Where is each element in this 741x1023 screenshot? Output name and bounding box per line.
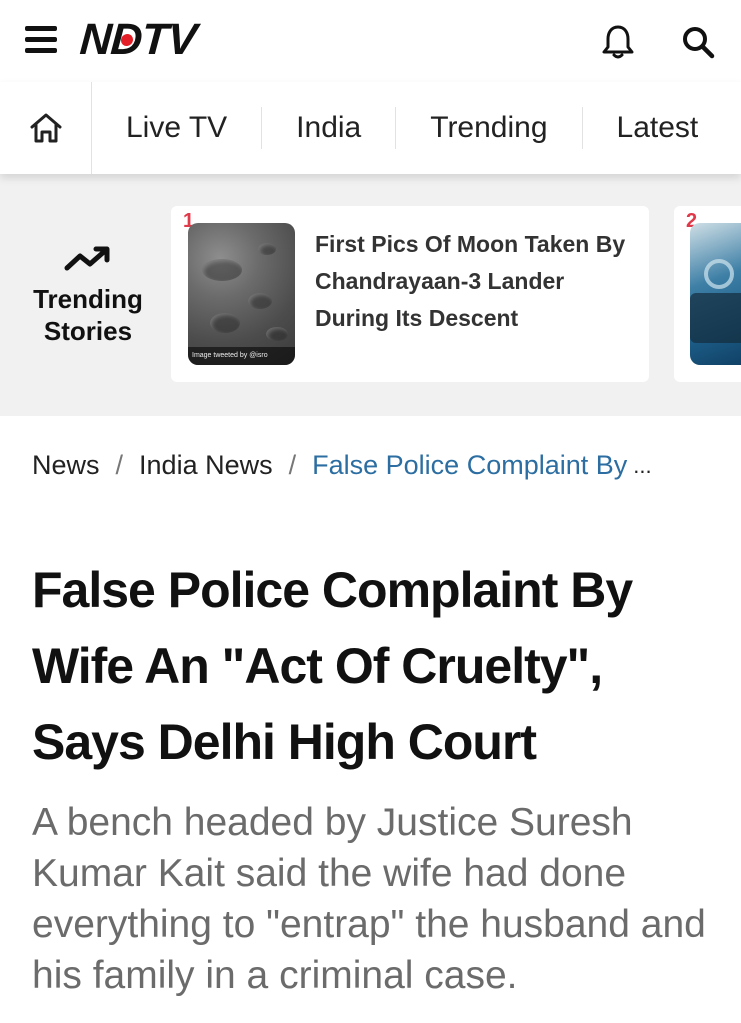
article-summary: A bench headed by Justice Suresh Kumar K… bbox=[32, 801, 706, 997]
breadcrumb: News / India News / False Police Complai… bbox=[32, 450, 722, 481]
trending-stories-section: Trending Stories 1 Image tweeted by @isr… bbox=[0, 174, 741, 416]
image-caption: Image tweeted by @isro bbox=[188, 347, 295, 365]
trending-headline-1: First Pics Of Moon Taken By Chandrayaan-… bbox=[315, 231, 626, 331]
tab-live-tv[interactable]: Live TV bbox=[92, 107, 263, 149]
ndtv-logo[interactable]: NDTV bbox=[78, 15, 198, 64]
search-icon[interactable] bbox=[678, 22, 718, 62]
moon-surface-thumbnail: Image tweeted by @isro bbox=[188, 223, 295, 365]
trending-thumbnail-2 bbox=[690, 223, 741, 365]
logo-text: NDTV bbox=[78, 15, 198, 64]
breadcrumb-ellipsis: ... bbox=[633, 452, 652, 478]
main-nav: Live TV India Trending Latest bbox=[0, 82, 741, 174]
tab-trending[interactable]: Trending bbox=[396, 107, 583, 149]
breadcrumb-news[interactable]: News bbox=[32, 450, 100, 481]
trending-card-2[interactable]: 2 bbox=[674, 206, 741, 382]
trending-up-arrow-icon bbox=[64, 246, 110, 271]
breadcrumb-separator: / bbox=[288, 450, 297, 480]
breadcrumb-current: False Police Complaint By bbox=[312, 450, 628, 480]
breadcrumb-india-news[interactable]: India News bbox=[139, 450, 273, 481]
tab-india[interactable]: India bbox=[262, 107, 397, 149]
tab-latest[interactable]: Latest bbox=[583, 107, 733, 149]
trending-card-1[interactable]: 1 Image tweeted by @isro First Pics Of M… bbox=[171, 206, 649, 382]
breadcrumb-separator: / bbox=[115, 450, 124, 480]
trending-stories-title: Trending Stories bbox=[33, 284, 143, 346]
bell-icon[interactable] bbox=[598, 22, 638, 62]
trending-label: Trending Stories bbox=[18, 246, 158, 347]
home-icon[interactable] bbox=[0, 82, 92, 174]
article-title: False Police Complaint By Wife An "Act O… bbox=[32, 562, 633, 770]
hamburger-menu-icon[interactable] bbox=[25, 26, 57, 54]
top-header: NDTV bbox=[0, 0, 741, 82]
